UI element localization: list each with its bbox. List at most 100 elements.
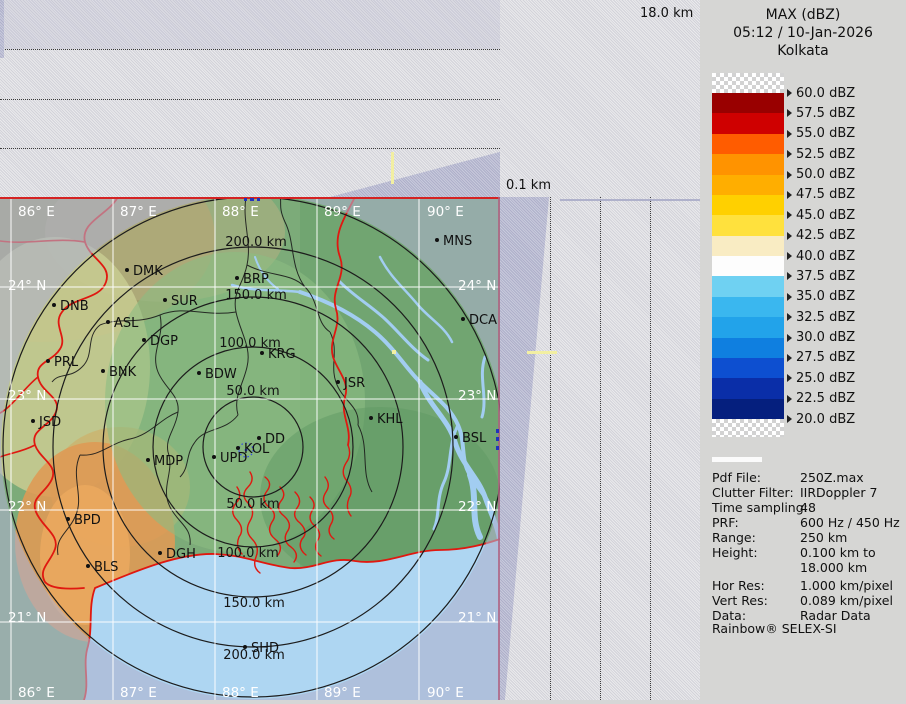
height-gridline xyxy=(550,197,551,700)
city-dot-BDW xyxy=(197,371,201,375)
scale-label-20.0: 20.0 dBZ xyxy=(787,412,855,427)
city-label-UPD: UPD xyxy=(220,451,247,466)
city-label-BPD: BPD xyxy=(74,513,101,528)
lon-label-top: 88° E xyxy=(222,204,259,220)
height-gridline xyxy=(600,197,601,700)
scale-tick-arrow-icon xyxy=(787,130,792,138)
lon-label-top: 89° E xyxy=(324,204,361,220)
info-label: Height: xyxy=(712,545,758,560)
echo-mark-right-strip xyxy=(527,351,557,354)
city-dot-DCA xyxy=(461,317,465,321)
dbz-band-2 xyxy=(712,134,784,154)
scale-label-text: 47.5 dBZ xyxy=(796,187,855,202)
scale-label-22.5: 22.5 dBZ xyxy=(787,391,855,406)
dbz-band-9 xyxy=(712,276,784,296)
range-ring-label: 200.0 km xyxy=(225,235,287,250)
lon-label-bottom: 86° E xyxy=(18,685,55,700)
info-value: 1.000 km/pixel xyxy=(800,578,893,593)
product-title: MAX (dBZ) xyxy=(700,6,906,24)
info-value: 250 km xyxy=(800,530,847,545)
scale-label-52.5: 52.5 dBZ xyxy=(787,147,855,162)
range-ring-label: 100.0 km xyxy=(217,546,279,561)
band-above-max xyxy=(712,73,784,93)
city-dot-KOL xyxy=(236,446,240,450)
city-dot-UPD xyxy=(212,455,216,459)
city-dot-BLS xyxy=(86,564,90,568)
info-value: 250Z.max xyxy=(800,470,864,485)
dbz-band-7 xyxy=(712,236,784,256)
height-gridline xyxy=(0,99,500,100)
height-gridline xyxy=(0,49,500,50)
info-value: 600 Hz / 450 Hz xyxy=(800,515,900,530)
scale-tick-arrow-icon xyxy=(787,232,792,240)
info-row: Vert Res:0.089 km/pixel xyxy=(712,593,902,608)
scale-label-47.5: 47.5 dBZ xyxy=(787,187,855,202)
scale-tick-arrow-icon xyxy=(787,272,792,280)
lat-label-right: 22° N xyxy=(458,499,496,515)
city-dot-BPD xyxy=(66,517,70,521)
city-label-KOL: KOL xyxy=(244,442,270,457)
city-dot-DGH xyxy=(158,551,162,555)
scale-label-25.0: 25.0 dBZ xyxy=(787,371,855,386)
scale-tick-arrow-icon xyxy=(787,415,792,423)
scale-label-57.5: 57.5 dBZ xyxy=(787,106,855,121)
dbz-band-12 xyxy=(712,338,784,358)
legend-panel: MAX (dBZ) 05:12 / 10-Jan-2026 Kolkata 60… xyxy=(700,0,906,700)
dbz-band-5 xyxy=(712,195,784,215)
city-label-DMK: DMK xyxy=(133,264,163,279)
scale-tick-arrow-icon xyxy=(787,171,792,179)
city-dot-BSL xyxy=(454,435,458,439)
scale-tick-arrow-icon xyxy=(787,293,792,301)
scale-tick-arrow-icon xyxy=(787,395,792,403)
info-row: Time sampling:48 xyxy=(712,500,902,515)
scale-label-text: 30.0 dBZ xyxy=(796,330,855,345)
info-label: PRF: xyxy=(712,515,739,530)
scale-label-text: 40.0 dBZ xyxy=(796,249,855,264)
city-label-MNS: MNS xyxy=(443,234,472,249)
info-row: Height: 0.100 km to xyxy=(712,545,902,560)
software-brand: Rainbow® SELEX-SI xyxy=(712,621,837,636)
scale-tick-arrow-icon xyxy=(787,354,792,362)
city-dot-DD xyxy=(257,436,261,440)
height-gridline xyxy=(0,148,500,149)
scale-tick-arrow-icon xyxy=(787,313,792,321)
city-dot-DGP xyxy=(142,338,146,342)
city-dot-DNB xyxy=(52,303,56,307)
city-label-DGH: DGH xyxy=(166,547,196,562)
city-label-JSR: JSR xyxy=(343,376,365,391)
scale-label-text: 22.5 dBZ xyxy=(796,391,855,406)
ui-artifact xyxy=(712,457,762,462)
scale-label-55.0: 55.0 dBZ xyxy=(787,126,855,141)
scale-label-text: 35.0 dBZ xyxy=(796,289,855,304)
city-dot-ASL xyxy=(106,320,110,324)
info-value: 0.100 km to xyxy=(800,545,876,560)
city-label-PRL: PRL xyxy=(54,355,79,370)
scale-label-30.0: 30.0 dBZ xyxy=(787,330,855,345)
height-gridline xyxy=(650,197,651,700)
info-label: Range: xyxy=(712,530,756,545)
top-strip-upper-band xyxy=(0,0,500,49)
range-ring-label: 150.0 km xyxy=(225,288,287,303)
scale-label-text: 50.0 dBZ xyxy=(796,167,855,182)
city-dot-MNS xyxy=(435,238,439,242)
dbz-band-0 xyxy=(712,93,784,113)
radar-map[interactable]: 86° E86° E87° E87° E88° E88° E89° E89° E… xyxy=(0,197,500,700)
top-projection-strip xyxy=(0,0,500,197)
dbz-band-1 xyxy=(712,113,784,133)
city-dot-PRL xyxy=(46,359,50,363)
info-label: Pdf File: xyxy=(712,470,761,485)
city-label-DNB: DNB xyxy=(60,299,89,314)
scale-tick-arrow-icon xyxy=(787,89,792,97)
lat-label-left: 24° N xyxy=(8,278,46,294)
info-row: Hor Res:1.000 km/pixel xyxy=(712,578,902,593)
city-dot-SHD xyxy=(243,645,247,649)
city-dot-DMK xyxy=(125,268,129,272)
scale-label-text: 37.5 dBZ xyxy=(796,269,855,284)
no-coverage-wedge xyxy=(330,150,500,197)
height-scale-min-label: 0.1 km xyxy=(506,178,551,193)
right-projection-strip xyxy=(500,197,700,700)
city-label-BRP: BRP xyxy=(243,272,269,287)
dbz-band-3 xyxy=(712,154,784,174)
city-dot-JSR xyxy=(336,380,340,384)
info-value: IIRDoppler 7 xyxy=(800,485,877,500)
